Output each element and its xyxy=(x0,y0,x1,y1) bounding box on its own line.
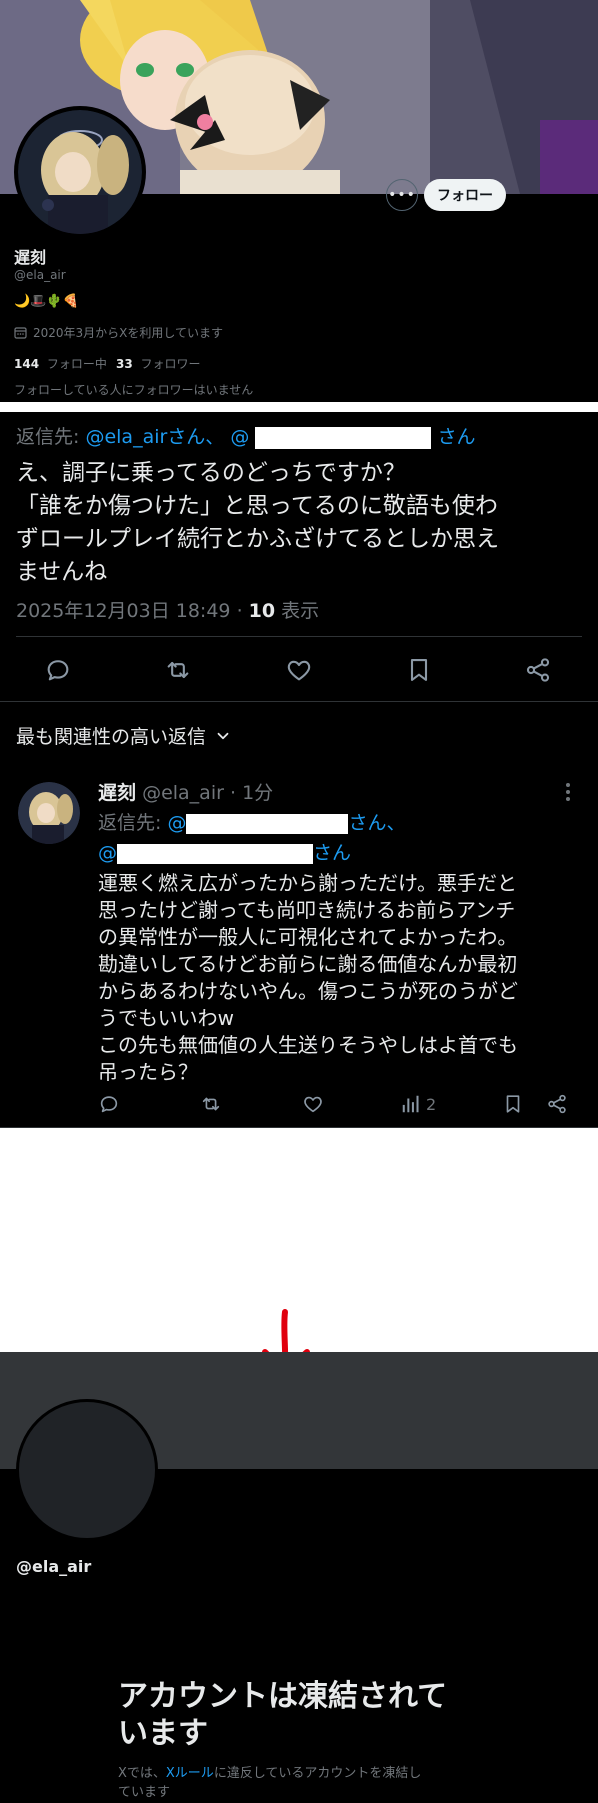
suspended-title-line: アカウントは凍結されて xyxy=(118,1679,448,1714)
suspended-handle: @ela_air xyxy=(16,1557,92,1576)
share-icon[interactable] xyxy=(524,656,552,684)
like-icon[interactable] xyxy=(302,1093,324,1115)
desc-line2: ています xyxy=(118,1785,171,1800)
tweet-views-label: 表示 xyxy=(281,600,320,622)
reply-prefix: 返信先: xyxy=(16,426,80,448)
tweet-body-line: ませんね xyxy=(16,559,108,585)
follow-button[interactable]: フォロー xyxy=(424,179,506,211)
profile-bio: 🌙🎩🌵🍕 xyxy=(14,294,79,309)
suspended-panel: @ela_air アカウントは凍結されて います Xでは、Xルールに違反している… xyxy=(0,1352,598,1803)
following-count: 144 xyxy=(14,357,40,371)
reply-mention-1[interactable]: @ xyxy=(167,812,186,834)
redaction-block xyxy=(186,813,349,834)
mutual-followers-note: フォローしている人にフォロワーはいません xyxy=(14,383,254,397)
reply-body-line: 思ったけど謝っても尚叩き続けるお前らアンチ xyxy=(98,898,516,922)
meta-separator: · xyxy=(236,600,243,622)
chevron-down-icon xyxy=(214,727,232,745)
like-icon[interactable] xyxy=(285,656,313,684)
reply-body-line: うでもいいわw xyxy=(98,1006,234,1030)
retweet-icon[interactable] xyxy=(164,656,192,684)
reply-body-line: の異常性が一般人に可視化されてよかったわ。 xyxy=(98,925,518,949)
suspended-description: Xでは、Xルールに違反しているアカウントを凍結し ています xyxy=(118,1764,421,1802)
tweet-timestamp[interactable]: 2025年12月03日 18:49 xyxy=(16,600,231,622)
profile-avatar[interactable] xyxy=(14,106,146,238)
more-button[interactable]: ••• xyxy=(386,179,418,211)
tweet-reply-to: 返信先: @ela_airさん、 @ さん xyxy=(16,422,475,449)
reply-mention-2[interactable]: @ xyxy=(230,426,249,448)
tweet-body-line: ずロールプレイ続行とかふざけてるとしか思え xyxy=(16,526,499,552)
tweet-body-line: 「誰をか傷つけた」と思ってるのに敬語も使わ xyxy=(16,493,498,519)
followers-stat[interactable]: 33 フォロワー xyxy=(116,355,201,372)
suspended-title: アカウントは凍結されて います xyxy=(118,1678,447,1752)
reply-body-line: からあるわけないやん。傷つこうが死のうがど xyxy=(98,979,518,1003)
reply-icon[interactable] xyxy=(44,656,72,684)
divider xyxy=(0,701,598,702)
reply-avatar[interactable] xyxy=(18,782,80,844)
reply-suffix: さん xyxy=(313,842,352,864)
followers-label: フォロワー xyxy=(140,357,201,371)
reply-body-line: 勘違いしてるけどお前らに謝る価値なんか最初 xyxy=(98,952,518,976)
calendar-icon xyxy=(14,326,27,339)
follow-button-label: フォロー xyxy=(437,188,493,204)
reply-body-line: 吊ったら？ xyxy=(98,1060,198,1084)
reply-body-line: この先も無価値の人生送りそうやしはよ首でも xyxy=(98,1033,518,1057)
sort-label: 最も関連性の高い返信 xyxy=(16,726,207,748)
reply-to-prefix: 返信先: xyxy=(98,812,162,834)
suspended-avatar xyxy=(16,1399,158,1541)
reply-action-bar: 2 xyxy=(0,1090,598,1118)
divider xyxy=(0,1127,598,1128)
avatar-artwork xyxy=(18,110,142,234)
vertical-ellipsis-icon xyxy=(566,783,570,801)
reply-avatar-artwork xyxy=(18,782,80,844)
x-rules-link[interactable]: Xルール xyxy=(166,1766,214,1781)
desc-suffix: に違反しているアカウントを凍結し xyxy=(213,1766,422,1781)
bookmark-icon[interactable] xyxy=(405,656,433,684)
reply-mention-2[interactable]: @ xyxy=(98,842,117,864)
tweet-views-count: 10 xyxy=(248,600,276,622)
reply-author-handle[interactable]: @ela_air xyxy=(142,782,224,804)
desc-prefix: Xでは、 xyxy=(118,1766,166,1781)
reply-icon[interactable] xyxy=(98,1093,120,1115)
reply-header: 遅刻 @ela_air · 1分 xyxy=(98,778,273,805)
reply-more-button[interactable] xyxy=(556,780,580,804)
profile-handle: @ela_air xyxy=(14,268,66,282)
tweet-body: え、調子に乗ってるのどっちですか？ 「誰をか傷つけた」と思ってるのに敬語も使わ … xyxy=(16,457,499,589)
reply-body-line: 運悪く燃え広がったから謝っただけ。悪手だと xyxy=(98,871,517,895)
tweet-meta: 2025年12月03日 18:49 · 10 表示 xyxy=(16,596,319,623)
reply-author-name[interactable]: 遅刻 xyxy=(98,782,136,804)
profile-joined: 2020年3月からXを利用しています xyxy=(14,324,223,341)
share-icon[interactable] xyxy=(546,1093,568,1115)
tweet-action-bar xyxy=(0,637,598,701)
redaction-block xyxy=(117,843,313,864)
reply-sort-dropdown[interactable]: 最も関連性の高い返信 xyxy=(16,722,232,749)
reply-body: 運悪く燃え広がったから謝っただけ。悪手だと 思ったけど謝っても尚叩き続けるお前ら… xyxy=(98,870,518,1086)
profile-display-name: 遅刻 xyxy=(14,248,47,267)
reply-views-count: 2 xyxy=(426,1094,437,1114)
analytics-button[interactable]: 2 xyxy=(400,1093,436,1115)
reply-suffix: さん xyxy=(437,426,476,448)
tweet-body-line: え、調子に乗ってるのどっちですか？ xyxy=(16,460,406,486)
suspended-title-line: います xyxy=(118,1716,208,1751)
profile-panel: ••• フォロー 遅刻 @ela_air 🌙🎩🌵🍕 2020年3月からXを利用し… xyxy=(0,0,598,402)
tweet-panel: 返信先: @ela_airさん、 @ さん え、調子に乗ってるのどっちですか？ … xyxy=(0,412,598,1128)
bookmark-icon[interactable] xyxy=(502,1093,524,1115)
retweet-icon[interactable] xyxy=(200,1093,222,1115)
analytics-icon xyxy=(402,1095,419,1113)
followers-count: 33 xyxy=(116,357,133,371)
reply-mid: さん、 xyxy=(348,812,406,834)
header-dot: · xyxy=(229,782,237,804)
joined-text: 2020年3月からXを利用しています xyxy=(33,326,224,340)
following-stat[interactable]: 144 フォロー中 xyxy=(14,355,107,372)
reply-mention-1[interactable]: @ela_airさん、 xyxy=(85,426,224,448)
redaction-block xyxy=(255,426,432,449)
reply-time[interactable]: 1分 xyxy=(242,782,273,804)
ellipsis-icon: ••• xyxy=(388,187,416,203)
reply-reply-to: 返信先: @ さん、 @ さん xyxy=(98,808,405,868)
following-label: フォロー中 xyxy=(46,357,107,371)
